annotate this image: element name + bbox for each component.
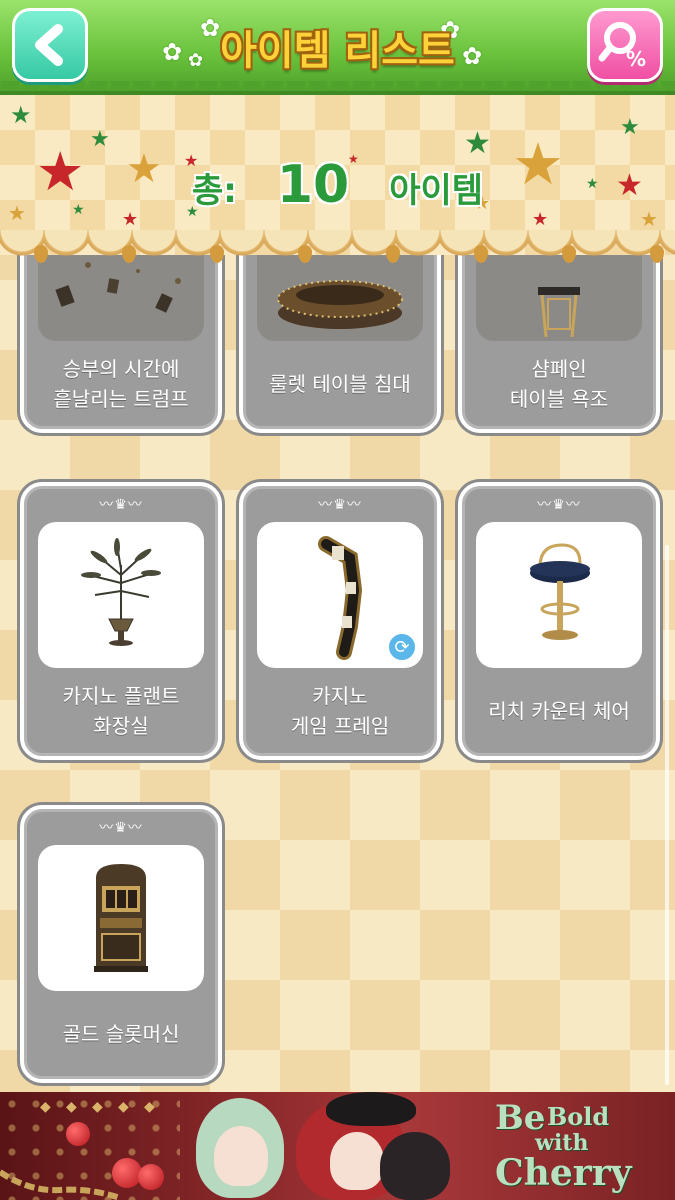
rich-counter-chair-image xyxy=(530,543,590,640)
item-name: 승부의 시간에 흩날리는 트럼프 xyxy=(53,357,189,411)
total-count: 10 xyxy=(276,155,350,215)
total-label: 총: xyxy=(191,171,237,211)
stud-icon: ◆ xyxy=(144,1099,155,1115)
scrollbar[interactable] xyxy=(665,545,669,1085)
search-percent-icon: % xyxy=(598,22,646,71)
chain-decoration xyxy=(0,1169,120,1200)
ad-word-bold: Bold xyxy=(547,1102,610,1131)
item-card[interactable]: 〰♛〰 카지노 플랜트 화장실 xyxy=(20,482,222,760)
character-face xyxy=(330,1132,384,1190)
stud-icon: ◆ xyxy=(92,1099,103,1115)
ad-slogan: Be Bold with Cherry xyxy=(495,1098,655,1194)
ad-banner[interactable]: ◆ ◆ ◆ ◆ ◆ Be Bold with Cherry xyxy=(0,1092,675,1200)
item-name: 카지노 게임 프레임 xyxy=(290,684,390,738)
stud-icon: ◆ xyxy=(118,1099,129,1115)
gold-slot-machine-image xyxy=(94,864,148,972)
ad-word-cherry: Cherry xyxy=(495,1152,632,1194)
character-hat xyxy=(326,1092,416,1126)
item-count-banner: ★ ★ ★ ★ ★ ★ ★ ★ ★ ★ ★ ★ ★ ★ ★ ★ ★ ★ 총: 1… xyxy=(0,95,675,264)
item-name: 카지노 플랜트 화장실 xyxy=(62,684,180,738)
refresh-icon: ⟳ xyxy=(387,632,417,662)
character-face xyxy=(214,1126,268,1186)
crown-ornament-icon: 〰♛〰 xyxy=(318,497,362,513)
search-button[interactable]: % xyxy=(587,8,663,82)
top-bar: ✿ ✿ ✿ ✿ ✿ 아이템 리스트 % xyxy=(0,0,675,101)
item-thumbnail xyxy=(38,845,204,991)
item-name: 리치 카운터 체어 xyxy=(488,699,630,723)
stud-icon: ◆ xyxy=(66,1099,77,1115)
stud-icon: ◆ xyxy=(40,1099,51,1115)
crown-ornament-icon: 〰♛〰 xyxy=(99,820,143,836)
star-icon: ★ xyxy=(10,101,32,129)
star-icon: ★ xyxy=(620,115,640,140)
item-thumbnail xyxy=(476,522,642,668)
svg-text:%: % xyxy=(626,47,646,71)
casino-plant-image xyxy=(81,538,161,646)
item-card[interactable]: 〰♛〰 ⟳ 카지노 게임 프레임 xyxy=(239,482,441,760)
crown-ornament-icon: 〰♛〰 xyxy=(537,497,581,513)
item-thumbnail xyxy=(38,522,204,668)
item-name: 골드 슬롯머신 xyxy=(62,1022,180,1046)
page-title: 아이템 리스트 xyxy=(220,28,455,74)
item-name: 룰렛 테이블 침대 xyxy=(269,372,411,396)
item-card[interactable]: 〰♛〰 골드 슬롯머신 xyxy=(20,805,222,1083)
cherry-icon xyxy=(138,1164,164,1190)
item-count-row: 총: 10 아이템 xyxy=(0,155,675,215)
drip-decoration xyxy=(0,245,675,265)
star-icon: ★ xyxy=(90,127,110,152)
crown-ornament-icon: 〰♛〰 xyxy=(99,497,143,513)
item-thumbnail: ⟳ xyxy=(257,522,423,668)
total-unit-label: 아이템 xyxy=(389,171,484,211)
character-outfit xyxy=(380,1132,450,1200)
item-name: 샴페인 테이블 욕조 xyxy=(509,357,609,411)
item-card[interactable]: 〰♛〰 리치 카운터 체어 xyxy=(458,482,660,760)
casino-game-frame-image xyxy=(318,536,363,660)
